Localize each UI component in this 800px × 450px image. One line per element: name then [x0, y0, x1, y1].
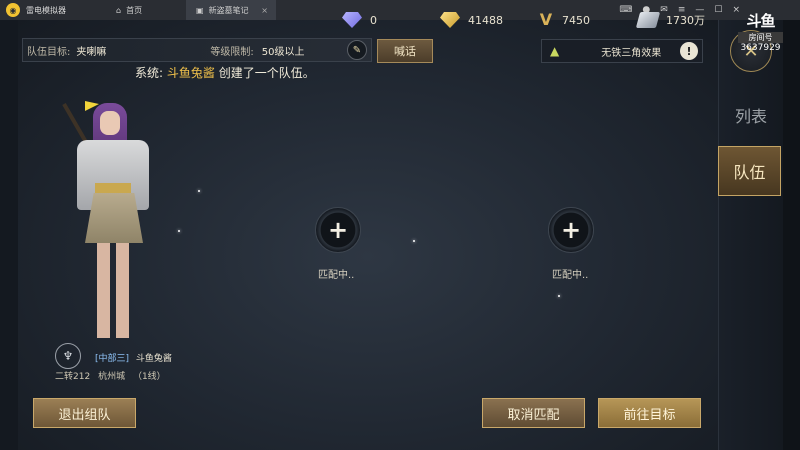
currency-gold: 41488 [440, 10, 503, 30]
currency-silver: 1730万 [635, 10, 705, 30]
emulator-tab-home-label: 首页 [126, 5, 143, 15]
player-sub-info: 二转212 杭州城 （1线） [55, 369, 171, 382]
pencil-icon: ✎ [352, 44, 362, 56]
team-target-bar: 队伍目标: 夹喇嘛 等级限制: 50级以上 ✎ [22, 38, 372, 62]
go-to-target-button[interactable]: 前往目标 [598, 398, 701, 428]
currency-diamond: 0 [342, 10, 377, 30]
team-target-value: 夹喇嘛 [76, 46, 107, 58]
silver-icon [635, 12, 661, 28]
douyu-logo: 斗鱼 [746, 12, 775, 30]
currency-diamond-value: 0 [370, 13, 377, 27]
tab-list[interactable]: 列表 [722, 100, 780, 130]
plus-icon: + [560, 216, 582, 244]
currency-v: V 7450 [538, 10, 590, 30]
player-name-row: [中部三] 斗鱼兔酱 [95, 351, 172, 364]
player-character[interactable] [55, 95, 175, 350]
player-location: 杭州城 [98, 372, 126, 382]
character-legs [97, 243, 129, 338]
gamepad-icon[interactable]: ⌨ [619, 5, 632, 15]
home-icon: ⌂ [116, 5, 122, 15]
team-target-label: 队伍目标: [27, 46, 71, 58]
sparkle [178, 230, 180, 232]
right-panel [718, 20, 783, 450]
character-face [100, 111, 120, 135]
shout-button[interactable]: 喊话 [377, 39, 433, 63]
tab-team[interactable]: 队伍 [718, 146, 781, 196]
left-edge [0, 20, 18, 450]
team-slot-1[interactable]: + [315, 207, 361, 253]
stream-watermark: 斗鱼 房间号 3637929 [738, 10, 783, 53]
system-message-name: 斗鱼兔酱 [166, 66, 215, 80]
emulator-tab-home[interactable]: ⌂ 首页 [106, 0, 186, 20]
character-skirt [85, 193, 143, 243]
close-tab-icon[interactable]: × [261, 6, 268, 15]
up-arrow-icon: ▲ [550, 44, 560, 58]
room-label: 房间号 [738, 32, 783, 43]
player-info: ♆ [中部三] 斗鱼兔酱 二转212 杭州城 （1线） [55, 343, 245, 383]
player-guild: [中部三] [95, 354, 130, 364]
plus-icon: + [327, 216, 349, 244]
effect-text: 无铁三角效果 [601, 47, 662, 59]
player-class-level: 二转212 [55, 372, 91, 382]
room-id: 3637929 [740, 43, 781, 53]
character-belt [95, 183, 131, 193]
sparkle [558, 295, 560, 297]
currency-gold-value: 41488 [468, 13, 503, 27]
sparkle [198, 190, 200, 192]
leave-team-button[interactable]: 退出组队 [33, 398, 136, 428]
v-points-icon: V [539, 10, 553, 29]
team-slot-1-status: 匹配中.. [318, 270, 355, 281]
team-slot-2[interactable]: + [548, 207, 594, 253]
sparkle [413, 240, 415, 242]
player-name: 斗鱼兔酱 [135, 354, 172, 364]
edit-target-button[interactable]: ✎ [347, 40, 367, 60]
level-limit-label: 等级限制: [210, 46, 254, 58]
cancel-match-button[interactable]: 取消匹配 [482, 398, 585, 428]
class-emblem-icon: ♆ [55, 343, 81, 369]
system-message: 系统: 斗鱼兔酱 创建了一个队伍。 [135, 64, 315, 81]
game-tab-icon: ▣ [196, 5, 204, 15]
maximize-icon[interactable]: ☐ [714, 5, 722, 15]
team-slot-2-status: 匹配中.. [552, 270, 589, 281]
level-limit-value: 50级以上 [261, 46, 305, 58]
currency-silver-value: 1730万 [666, 14, 705, 27]
emulator-tab-game-label: 新盗墓笔记 [208, 5, 249, 15]
info-icon[interactable]: ! [680, 42, 698, 60]
diamond-icon [342, 12, 362, 28]
system-message-text: 创建了一个队伍。 [218, 66, 315, 80]
player-line: （1线） [132, 372, 166, 382]
triangle-effect-bar[interactable]: ▲ 无铁三角效果 ! [541, 39, 703, 63]
emulator-tab-game[interactable]: ▣ 新盗墓笔记 × [186, 0, 276, 20]
emulator-logo-icon: ◉ [6, 3, 20, 17]
gold-ingot-icon [440, 12, 460, 28]
right-edge [783, 20, 800, 450]
currency-v-value: 7450 [562, 13, 590, 27]
emulator-app-name: 雷电模拟器 [26, 5, 66, 15]
system-message-prefix: 系统: [135, 66, 164, 80]
